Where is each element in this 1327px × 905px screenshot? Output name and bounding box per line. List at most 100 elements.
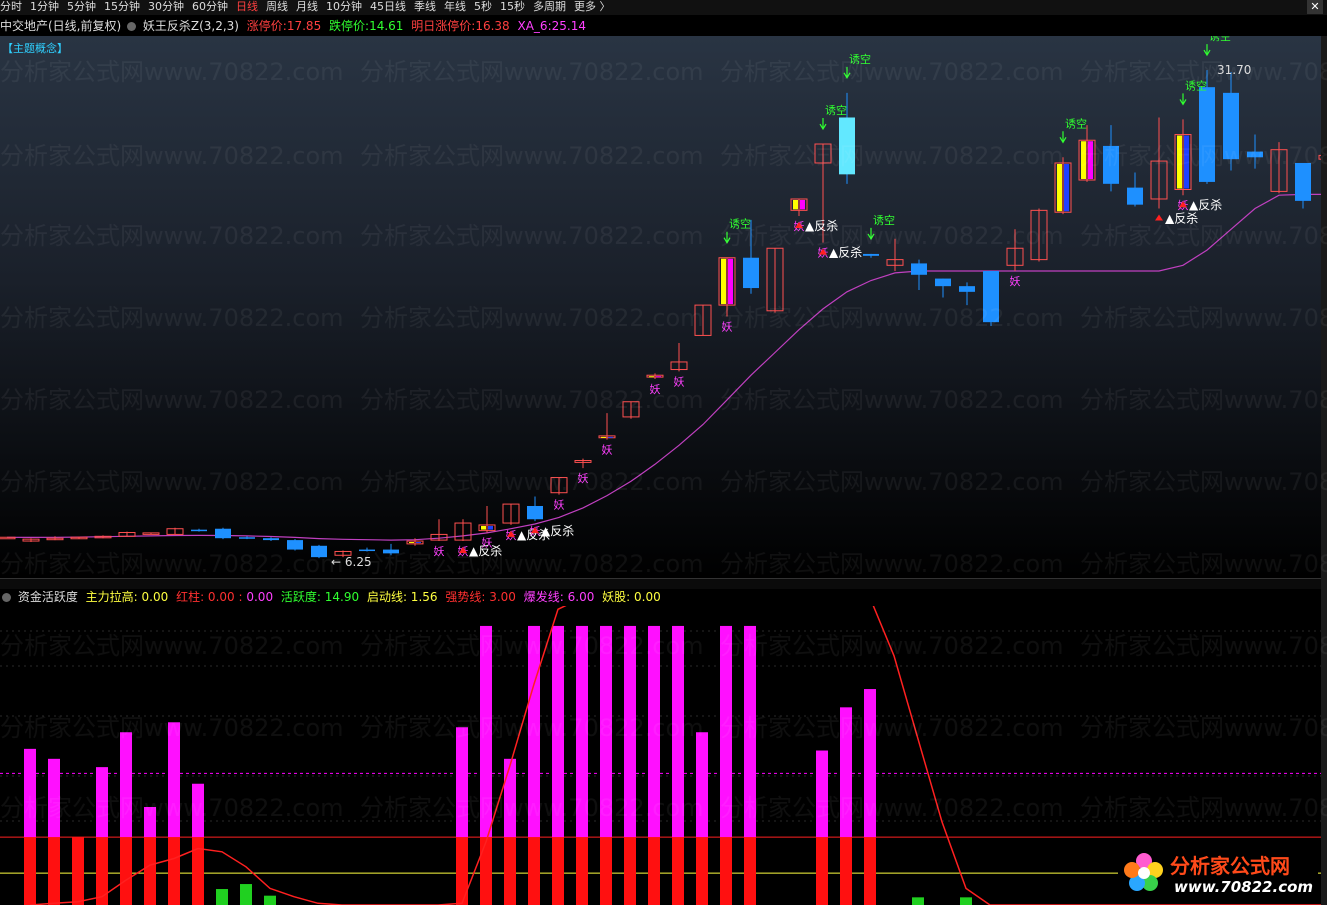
period-tab-1[interactable]: 1分钟 (30, 0, 59, 13)
activity-bar (120, 732, 132, 838)
down-arrow-icon (843, 66, 851, 80)
activity-bar-base (864, 837, 876, 905)
main-info-line: 中交地产(日线,前复权) 妖王反杀Z(3,2,3) 涨停价:17.85 跌停价:… (0, 16, 1327, 36)
youkong-marker: 诱空 (1185, 78, 1207, 92)
period-tab-10[interactable]: 45日线 (370, 0, 406, 13)
activity-bar (240, 884, 252, 905)
activity-bar-base (168, 837, 180, 905)
candle-body (1295, 162, 1311, 201)
sub-indicator-name[interactable]: 资金活跃度 (18, 590, 78, 604)
close-button[interactable]: ✕ (1307, 0, 1323, 14)
activity-bar (552, 625, 564, 838)
activity-bar-base (672, 837, 684, 905)
qiangshi-label: 强势线: 3.00 (445, 590, 516, 604)
period-toolbar: 分时 1分钟 5分钟 15分钟 30分钟 60分钟 日线 周线 月线 10分钟 45日线 季线 年线 5秒… (0, 0, 1327, 15)
period-tab-0[interactable]: 分时 (0, 0, 22, 13)
candle (239, 536, 255, 540)
hongzhu-sep: : (238, 590, 243, 604)
low-price-label: ← 6.25 (331, 555, 372, 569)
theme-concept-tag[interactable]: 【主题概念】 (2, 40, 68, 56)
candle-fill (649, 376, 654, 378)
candle-body (935, 278, 951, 287)
right-scrollbar[interactable] (1321, 36, 1327, 905)
candle (1223, 72, 1239, 171)
activity-bar (624, 625, 636, 838)
candle (550, 477, 568, 495)
candle (959, 282, 975, 306)
period-tab-15[interactable]: 多周期 (533, 0, 566, 13)
candle (527, 496, 543, 522)
fansha-marker: ▲反杀 (469, 543, 502, 558)
candle-body (287, 540, 303, 550)
candle (359, 547, 375, 552)
period-tab-2[interactable]: 5分钟 (67, 0, 96, 13)
activity-bar-base (576, 837, 588, 905)
candlestick-chart[interactable]: 妖妖妖妖妖妖妖妖妖妖妖妖妖妖妖▲反杀▲反杀▲反杀▲反杀▲反杀▲反杀▲反杀诱空诱空… (0, 36, 1321, 578)
candle-fill (1081, 141, 1086, 180)
xa6-label: XA_6: (517, 19, 552, 33)
candle-body (383, 549, 399, 554)
yao-marker: 妖 (674, 374, 685, 388)
candle (1174, 119, 1192, 196)
period-tab-7[interactable]: 周线 (266, 0, 288, 13)
period-tab-6[interactable]: 日线 (236, 0, 258, 13)
period-tab-9[interactable]: 10分钟 (326, 0, 362, 13)
logo-url: www.70822.com (1174, 878, 1314, 896)
activity-bar (576, 625, 588, 838)
candle (743, 219, 759, 294)
fansha-marker: ▲反杀 (829, 245, 862, 260)
down-arrow-icon (1179, 93, 1187, 106)
fansha-arrow-icon (1155, 214, 1163, 221)
candle-body (839, 117, 855, 175)
hongzhu2-label: 0.00 (246, 590, 274, 604)
period-tab-8[interactable]: 月线 (296, 0, 318, 13)
down-arrow-icon (867, 227, 875, 241)
period-tab-3[interactable]: 15分钟 (104, 0, 140, 13)
candle (766, 247, 784, 313)
indicator-name[interactable]: 妖王反杀Z(3,2,3) (143, 19, 239, 33)
candle-fill (793, 199, 798, 210)
activity-bar (672, 625, 684, 838)
period-tab-13[interactable]: 5秒 (474, 0, 492, 13)
period-tab-5[interactable]: 60分钟 (192, 0, 228, 13)
candle-fill (1177, 135, 1182, 189)
period-tab-16[interactable]: 更多 〉 (574, 0, 611, 13)
limit-up-label: 涨停价: (246, 19, 287, 33)
activity-bar (192, 783, 204, 838)
youkong-marker: 诱空 (729, 217, 751, 231)
period-tab-11[interactable]: 季线 (414, 0, 436, 13)
candle (478, 505, 496, 533)
activity-bar (696, 732, 708, 838)
activity-bar (840, 707, 852, 838)
activity-bar-base (816, 837, 828, 905)
activity-bar (168, 722, 180, 838)
indicator-menu-icon[interactable] (127, 22, 137, 31)
candle (646, 373, 664, 380)
activity-bar-base (696, 837, 708, 905)
flower-logo-icon (1124, 853, 1163, 891)
activity-bar-base (744, 837, 756, 905)
candle-fill (601, 436, 606, 438)
down-arrow-icon (819, 118, 827, 131)
ma-line (6, 193, 1321, 541)
candle (1247, 134, 1263, 169)
candle (694, 304, 712, 336)
fansha-marker: ▲反杀 (1189, 197, 1222, 212)
candle-fill (481, 525, 486, 530)
sub-indicator-menu-icon[interactable] (2, 593, 11, 602)
candle (383, 543, 399, 556)
sub-info-line: 资金活跃度 主力拉高: 0.00 红柱: 0.00 : 0.00 活跃度: 14… (0, 588, 1327, 606)
activity-bar-base (480, 837, 492, 905)
period-tab-14[interactable]: 15秒 (500, 0, 525, 13)
candle-fill (1057, 163, 1062, 212)
activity-bar-base (456, 837, 468, 905)
candle (1054, 157, 1072, 215)
period-tab-4[interactable]: 30分钟 (148, 0, 184, 13)
candle (215, 527, 231, 540)
period-tab-12[interactable]: 年线 (444, 0, 466, 13)
candle-body (911, 263, 927, 275)
candle-body (1223, 92, 1239, 160)
candle (502, 503, 520, 525)
activity-bar-base (552, 837, 564, 905)
candle-body (1127, 187, 1143, 205)
